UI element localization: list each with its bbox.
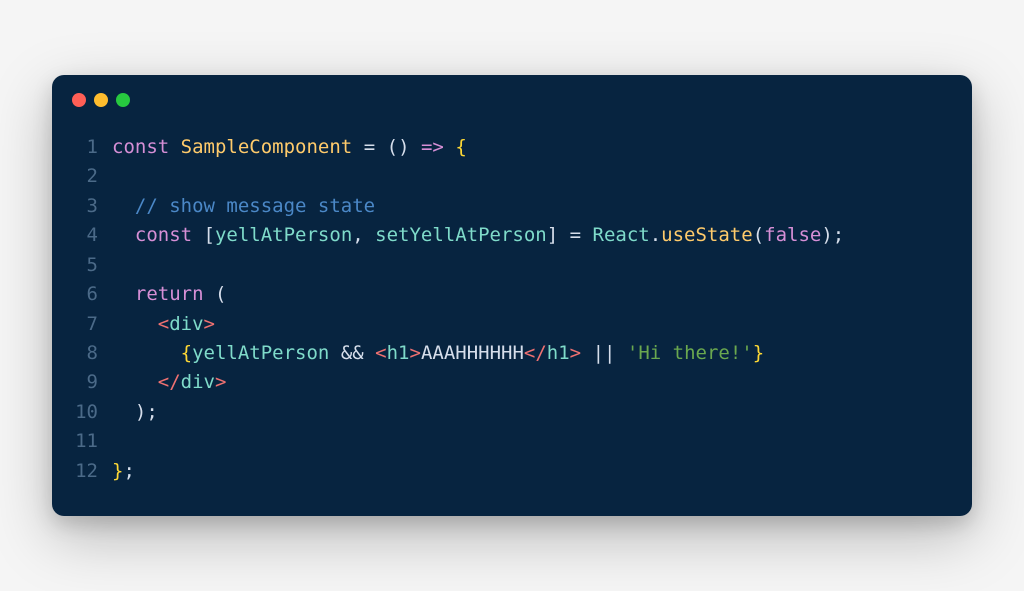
code-area[interactable]: 1const SampleComponent = () => {2 3 // s… <box>52 115 972 516</box>
close-icon[interactable] <box>72 93 86 107</box>
minimize-icon[interactable] <box>94 93 108 107</box>
code-line: 2 <box>72 162 952 191</box>
token-punct: ] = <box>547 224 593 246</box>
token-tag: > <box>204 313 215 335</box>
token-punct <box>112 224 135 246</box>
code-line: 4 const [yellAtPerson, setYellAtPerson] … <box>72 221 952 250</box>
line-number: 3 <box>72 192 112 221</box>
code-line: 10 ); <box>72 398 952 427</box>
token-tag: < <box>375 342 386 364</box>
code-line: 5 <box>72 251 952 280</box>
token-varname: setYellAtPerson <box>375 224 547 246</box>
token-funcname: SampleComponent <box>181 136 353 158</box>
token-brace: } <box>112 460 123 482</box>
code-line: 9 </div> <box>72 368 952 397</box>
token-tag: < <box>158 313 169 335</box>
token-punct: ; <box>123 460 134 482</box>
token-varname: yellAtPerson <box>192 342 329 364</box>
code-content <box>112 162 123 191</box>
token-tag: </ <box>524 342 547 364</box>
line-number: 11 <box>72 427 112 456</box>
code-line: 8 {yellAtPerson && <h1>AAAHHHHHH</h1> ||… <box>72 339 952 368</box>
token-punct <box>169 136 180 158</box>
code-content: }; <box>112 457 135 486</box>
line-number: 1 <box>72 133 112 162</box>
token-tag: > <box>570 342 581 364</box>
token-punct: ); <box>821 224 844 246</box>
token-punct <box>444 136 455 158</box>
token-tagname: h1 <box>547 342 570 364</box>
token-punct: ( <box>204 283 227 305</box>
code-content: return ( <box>112 280 226 309</box>
token-punct <box>112 195 135 217</box>
token-punct <box>112 313 158 335</box>
token-tag: > <box>409 342 420 364</box>
maximize-icon[interactable] <box>116 93 130 107</box>
token-brace: } <box>753 342 764 364</box>
code-content <box>112 251 123 280</box>
token-tagname: div <box>169 313 203 335</box>
line-number: 6 <box>72 280 112 309</box>
code-content: const SampleComponent = () => { <box>112 133 467 162</box>
token-punct: ( <box>387 136 398 158</box>
token-varname: yellAtPerson <box>215 224 352 246</box>
code-line: 7 <div> <box>72 310 952 339</box>
line-number: 4 <box>72 221 112 250</box>
token-boolean: false <box>764 224 821 246</box>
token-keyword: => <box>421 136 444 158</box>
token-punct: . <box>650 224 661 246</box>
code-line: 11 <box>72 427 952 456</box>
code-line: 12}; <box>72 457 952 486</box>
code-content: // show message state <box>112 192 375 221</box>
token-punct: && <box>329 342 375 364</box>
code-editor-window: 1const SampleComponent = () => {2 3 // s… <box>52 75 972 516</box>
token-keyword: return <box>135 283 204 305</box>
token-punct: ); <box>112 401 158 423</box>
line-number: 10 <box>72 398 112 427</box>
token-tag: </ <box>158 371 181 393</box>
line-number: 7 <box>72 310 112 339</box>
token-punct <box>375 136 386 158</box>
token-keyword: const <box>112 136 169 158</box>
code-content <box>112 427 123 456</box>
token-punct: = <box>364 136 375 158</box>
token-punct <box>352 136 363 158</box>
token-react: React <box>593 224 650 246</box>
line-number: 9 <box>72 368 112 397</box>
line-number: 8 <box>72 339 112 368</box>
token-punct <box>112 342 181 364</box>
token-punct <box>112 283 135 305</box>
token-method: useState <box>661 224 753 246</box>
token-keyword: const <box>135 224 192 246</box>
code-content: const [yellAtPerson, setYellAtPerson] = … <box>112 221 844 250</box>
token-brace: { <box>455 136 466 158</box>
token-string: 'Hi there!' <box>627 342 753 364</box>
token-punct <box>410 136 421 158</box>
token-punct: ( <box>753 224 764 246</box>
token-punct: , <box>352 224 375 246</box>
line-number: 2 <box>72 162 112 191</box>
line-number: 5 <box>72 251 112 280</box>
code-content: {yellAtPerson && <h1>AAAHHHHHH</h1> || '… <box>112 339 764 368</box>
code-content: ); <box>112 398 158 427</box>
token-punct <box>112 371 158 393</box>
code-line: 3 // show message state <box>72 192 952 221</box>
token-punct: ) <box>398 136 409 158</box>
code-line: 6 return ( <box>72 280 952 309</box>
token-text: AAAHHHHHH <box>421 342 524 364</box>
token-comment: // show message state <box>135 195 375 217</box>
line-number: 12 <box>72 457 112 486</box>
code-content: <div> <box>112 310 215 339</box>
window-titlebar <box>52 75 972 115</box>
token-tagname: h1 <box>387 342 410 364</box>
token-brace: { <box>181 342 192 364</box>
token-tag: > <box>215 371 226 393</box>
token-punct: [ <box>192 224 215 246</box>
token-punct: || <box>581 342 627 364</box>
code-line: 1const SampleComponent = () => { <box>72 133 952 162</box>
code-content: </div> <box>112 368 226 397</box>
token-tagname: div <box>181 371 215 393</box>
